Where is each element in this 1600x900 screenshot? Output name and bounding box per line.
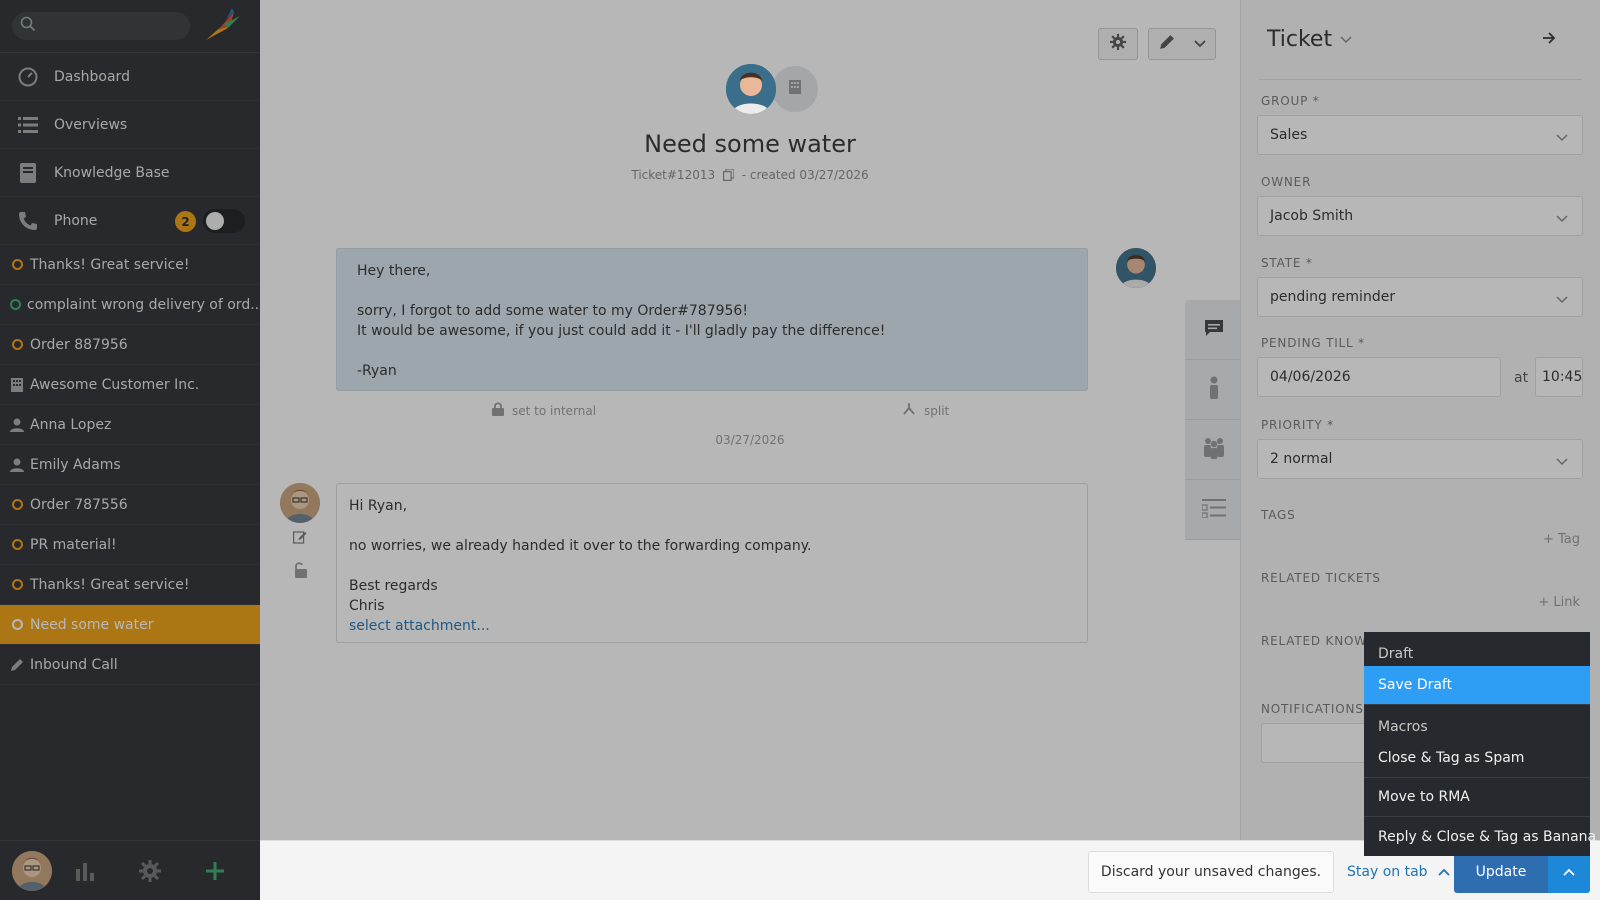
chevron-up-icon <box>1563 864 1575 880</box>
modal-overlay[interactable] <box>0 0 1600 900</box>
macro-item[interactable]: Close & Tag as Spam <box>1364 739 1590 778</box>
macro-item[interactable]: Move to RMA <box>1364 778 1590 817</box>
draft-header: Draft <box>1378 646 1414 662</box>
save-draft-item[interactable]: Save Draft <box>1364 666 1590 705</box>
stay-on-tab-label: Stay on tab <box>1347 864 1428 880</box>
stay-on-tab-button[interactable]: Stay on tab <box>1347 851 1450 893</box>
macro-item[interactable]: Reply & Close & Tag as Banana <box>1364 817 1596 856</box>
customer-avatar[interactable] <box>726 64 776 114</box>
update-dropdown: Draft Save Draft Macros Close & Tag as S… <box>1364 632 1596 856</box>
chevron-up-icon <box>1437 864 1450 880</box>
update-menu-toggle[interactable] <box>1548 851 1590 893</box>
discard-changes-button[interactable]: Discard your unsaved changes. <box>1088 851 1334 893</box>
macros-header: Macros <box>1378 719 1428 735</box>
update-button[interactable]: Update <box>1454 851 1548 893</box>
